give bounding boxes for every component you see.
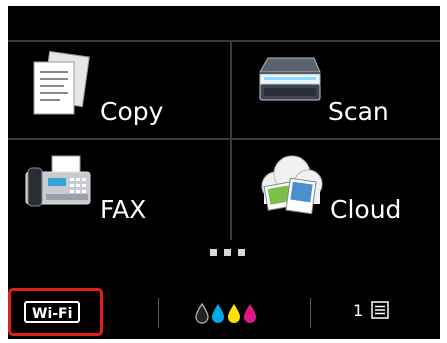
- wifi-button[interactable]: Wi-Fi: [24, 301, 81, 323]
- copy-tile[interactable]: Copy: [8, 42, 230, 138]
- queue-count: 1: [353, 301, 364, 320]
- copy-documents-icon: [33, 50, 90, 115]
- scanner-icon: [259, 57, 321, 101]
- scan-label: Scan: [328, 97, 389, 126]
- page-dot: [238, 249, 245, 256]
- scan-tile[interactable]: Scan: [232, 42, 440, 138]
- job-queue-button[interactable]: 1: [353, 300, 390, 322]
- page-dot: [224, 249, 231, 256]
- page-dot: [210, 249, 217, 256]
- bottom-status-bar: Wi-Fi 1: [8, 286, 440, 339]
- copy-label: Copy: [100, 97, 164, 126]
- printer-touch-screen: Copy Scan FAX Cloud Wi-Fi 1: [8, 6, 440, 339]
- wifi-label: Wi-Fi: [32, 306, 73, 322]
- ink-level-icon[interactable]: [194, 302, 264, 324]
- cloud-photos-icon: [261, 155, 323, 215]
- cloud-label: Cloud: [330, 195, 402, 224]
- fax-label: FAX: [100, 195, 147, 224]
- separator: [310, 298, 311, 328]
- list-icon: [371, 301, 390, 319]
- separator: [158, 298, 159, 328]
- fax-tile[interactable]: FAX: [8, 140, 230, 240]
- page-indicator: [210, 249, 250, 259]
- top-status-bar: [8, 6, 440, 40]
- fax-machine-icon: [25, 155, 91, 207]
- cloud-tile[interactable]: Cloud: [232, 140, 440, 240]
